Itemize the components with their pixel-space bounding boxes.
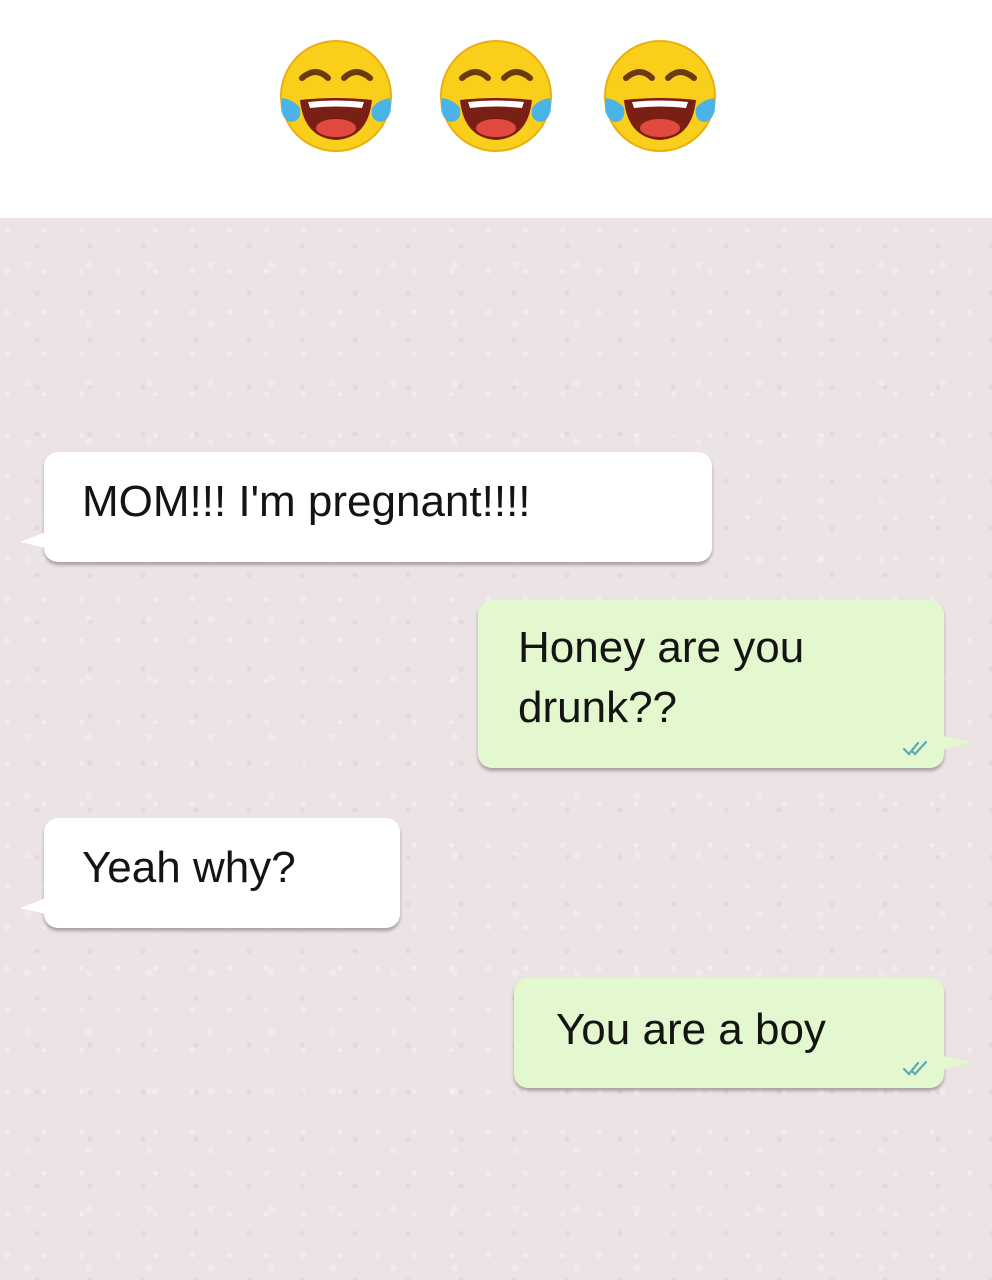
incoming-message-bubble[interactable]: MOM!!! I'm pregnant!!!! [20,452,712,562]
bubble-tail [20,532,46,548]
chat-conversation[interactable]: MOM!!! I'm pregnant!!!! Honey are you dr… [0,218,992,1280]
tears-of-joy-emoji-icon [600,38,720,156]
tears-of-joy-emoji-icon [276,38,396,156]
message-text: You are a boy [556,1005,826,1054]
bubble-tail [20,898,46,914]
bubble-tail [942,1056,972,1070]
message-text: Yeah why? [82,843,296,892]
incoming-message-bubble[interactable]: Yeah why? [20,818,400,928]
outgoing-message-bubble[interactable]: You are a boy [514,978,972,1088]
message-text: MOM!!! I'm pregnant!!!! [82,477,531,526]
bubble-tail [942,736,972,750]
emoji-header [0,0,992,218]
tears-of-joy-emoji-icon [436,38,556,156]
outgoing-message-bubble[interactable]: Honey are you drunk?? [478,600,972,768]
read-receipt-double-check-icon [902,740,932,756]
message-text: Honey are you drunk?? [518,623,805,732]
read-receipt-double-check-icon [902,1060,932,1076]
